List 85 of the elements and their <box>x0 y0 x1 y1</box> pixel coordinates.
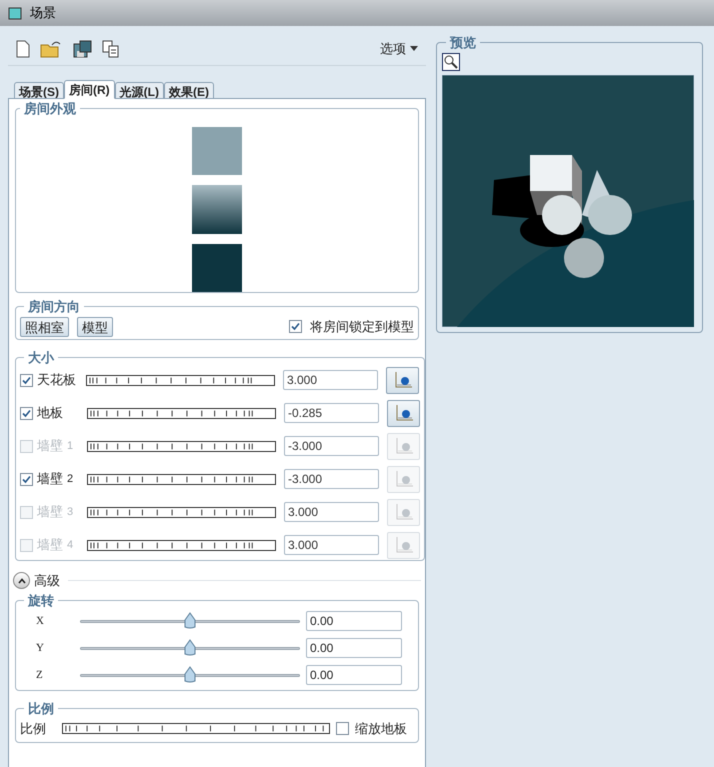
orientation-button[interactable]: 照相室 <box>20 316 69 336</box>
value-field[interactable]: 0.00 <box>306 665 402 685</box>
tab[interactable]: 光源(L) <box>114 82 164 99</box>
checkbox[interactable] <box>289 320 302 333</box>
group-title: 比例 <box>28 701 54 716</box>
chevron-icon <box>18 578 26 584</box>
row-label: 天花板 <box>37 371 76 390</box>
value-field[interactable]: -3.000 <box>284 469 379 489</box>
value-field[interactable]: 3.000 <box>284 502 379 522</box>
tab[interactable]: 场景(S) <box>14 82 64 99</box>
tab[interactable]: 效果(E) <box>164 82 214 99</box>
checkbox[interactable] <box>20 440 33 452</box>
slider-thumb[interactable] <box>184 639 196 656</box>
orientation-button[interactable]: 模型 <box>77 316 113 336</box>
check-icon <box>22 408 31 418</box>
save-icon[interactable] <box>72 38 92 58</box>
value-field[interactable]: 3.000 <box>284 535 379 555</box>
row-label: 墙壁 <box>37 437 63 456</box>
group-title: 预览 <box>450 35 476 50</box>
floor-sphere-icon <box>394 535 414 555</box>
row-number: 3 <box>67 504 74 520</box>
zoom-icon[interactable] <box>442 52 460 70</box>
axis-label: Z <box>35 668 44 683</box>
check-icon <box>22 376 31 384</box>
check-icon <box>22 474 31 484</box>
picker-button[interactable] <box>386 366 419 394</box>
tick-ruler[interactable] <box>86 374 275 386</box>
group-title: 大小 <box>28 350 54 364</box>
tick-ruler[interactable] <box>87 506 276 518</box>
slider[interactable] <box>80 612 300 630</box>
tick-ruler[interactable] <box>87 540 276 550</box>
row-number: 4 <box>67 538 74 553</box>
copy-icon[interactable] <box>102 40 120 58</box>
floor-sphere-icon <box>394 403 414 423</box>
window-icon <box>8 6 22 20</box>
window-title: 场景 <box>30 4 56 22</box>
tick-ruler[interactable] <box>87 474 276 484</box>
floor-sphere-icon <box>394 436 414 456</box>
floor-sphere-icon <box>394 469 414 489</box>
axis-label: Y <box>35 640 45 656</box>
value-field[interactable]: -3.000 <box>284 436 379 456</box>
slider[interactable] <box>80 666 300 684</box>
row-label: 墙壁 <box>37 536 63 554</box>
picker-button[interactable] <box>387 400 420 426</box>
checkbox[interactable] <box>20 374 33 386</box>
checkbox[interactable] <box>20 472 33 486</box>
tick-ruler[interactable] <box>62 722 330 734</box>
slider[interactable] <box>80 639 300 657</box>
tick-ruler[interactable] <box>87 408 276 418</box>
value-field[interactable]: 0.00 <box>306 638 402 658</box>
options-menu[interactable]: 选项 <box>380 38 418 58</box>
expand-toggle[interactable] <box>13 572 30 590</box>
checkbox[interactable] <box>336 722 349 735</box>
axis-label: X <box>35 614 45 629</box>
row-label: 地板 <box>37 404 63 422</box>
slider-thumb[interactable] <box>184 612 196 629</box>
new-file-icon[interactable] <box>16 40 30 58</box>
check-icon <box>291 322 300 331</box>
checkbox[interactable] <box>20 538 33 552</box>
checkbox[interactable] <box>20 506 33 518</box>
group-title: 旋转 <box>28 592 54 608</box>
row-number: 2 <box>67 472 74 487</box>
group-title: 房间方向 <box>28 299 80 314</box>
checkbox-label: 缩放地板 <box>355 720 407 738</box>
checkbox-label: 将房间锁定到模型 <box>310 318 414 336</box>
row-label: 墙壁 <box>37 503 63 522</box>
wall-swatch[interactable] <box>192 185 242 234</box>
group-title: 房间外观 <box>24 101 76 116</box>
value-field[interactable]: 3.000 <box>283 370 378 390</box>
tab[interactable]: 房间(R) <box>64 80 115 99</box>
row-number: 1 <box>67 438 74 454</box>
section-label: 高级 <box>34 572 60 590</box>
floor-sphere-icon <box>392 370 412 390</box>
floor-sphere-icon <box>394 502 414 522</box>
slider-thumb[interactable] <box>184 666 196 683</box>
open-folder-icon[interactable] <box>40 40 62 58</box>
scale-label: 比例 <box>20 720 47 738</box>
value-field[interactable]: -0.285 <box>284 403 379 423</box>
floor-swatch[interactable] <box>192 244 242 292</box>
value-field[interactable]: 0.00 <box>306 611 402 631</box>
caret-icon <box>410 46 418 51</box>
tick-ruler[interactable] <box>87 440 276 452</box>
checkbox[interactable] <box>20 406 33 420</box>
row-label: 墙壁 <box>37 470 63 488</box>
ceiling-swatch[interactable] <box>192 126 242 175</box>
